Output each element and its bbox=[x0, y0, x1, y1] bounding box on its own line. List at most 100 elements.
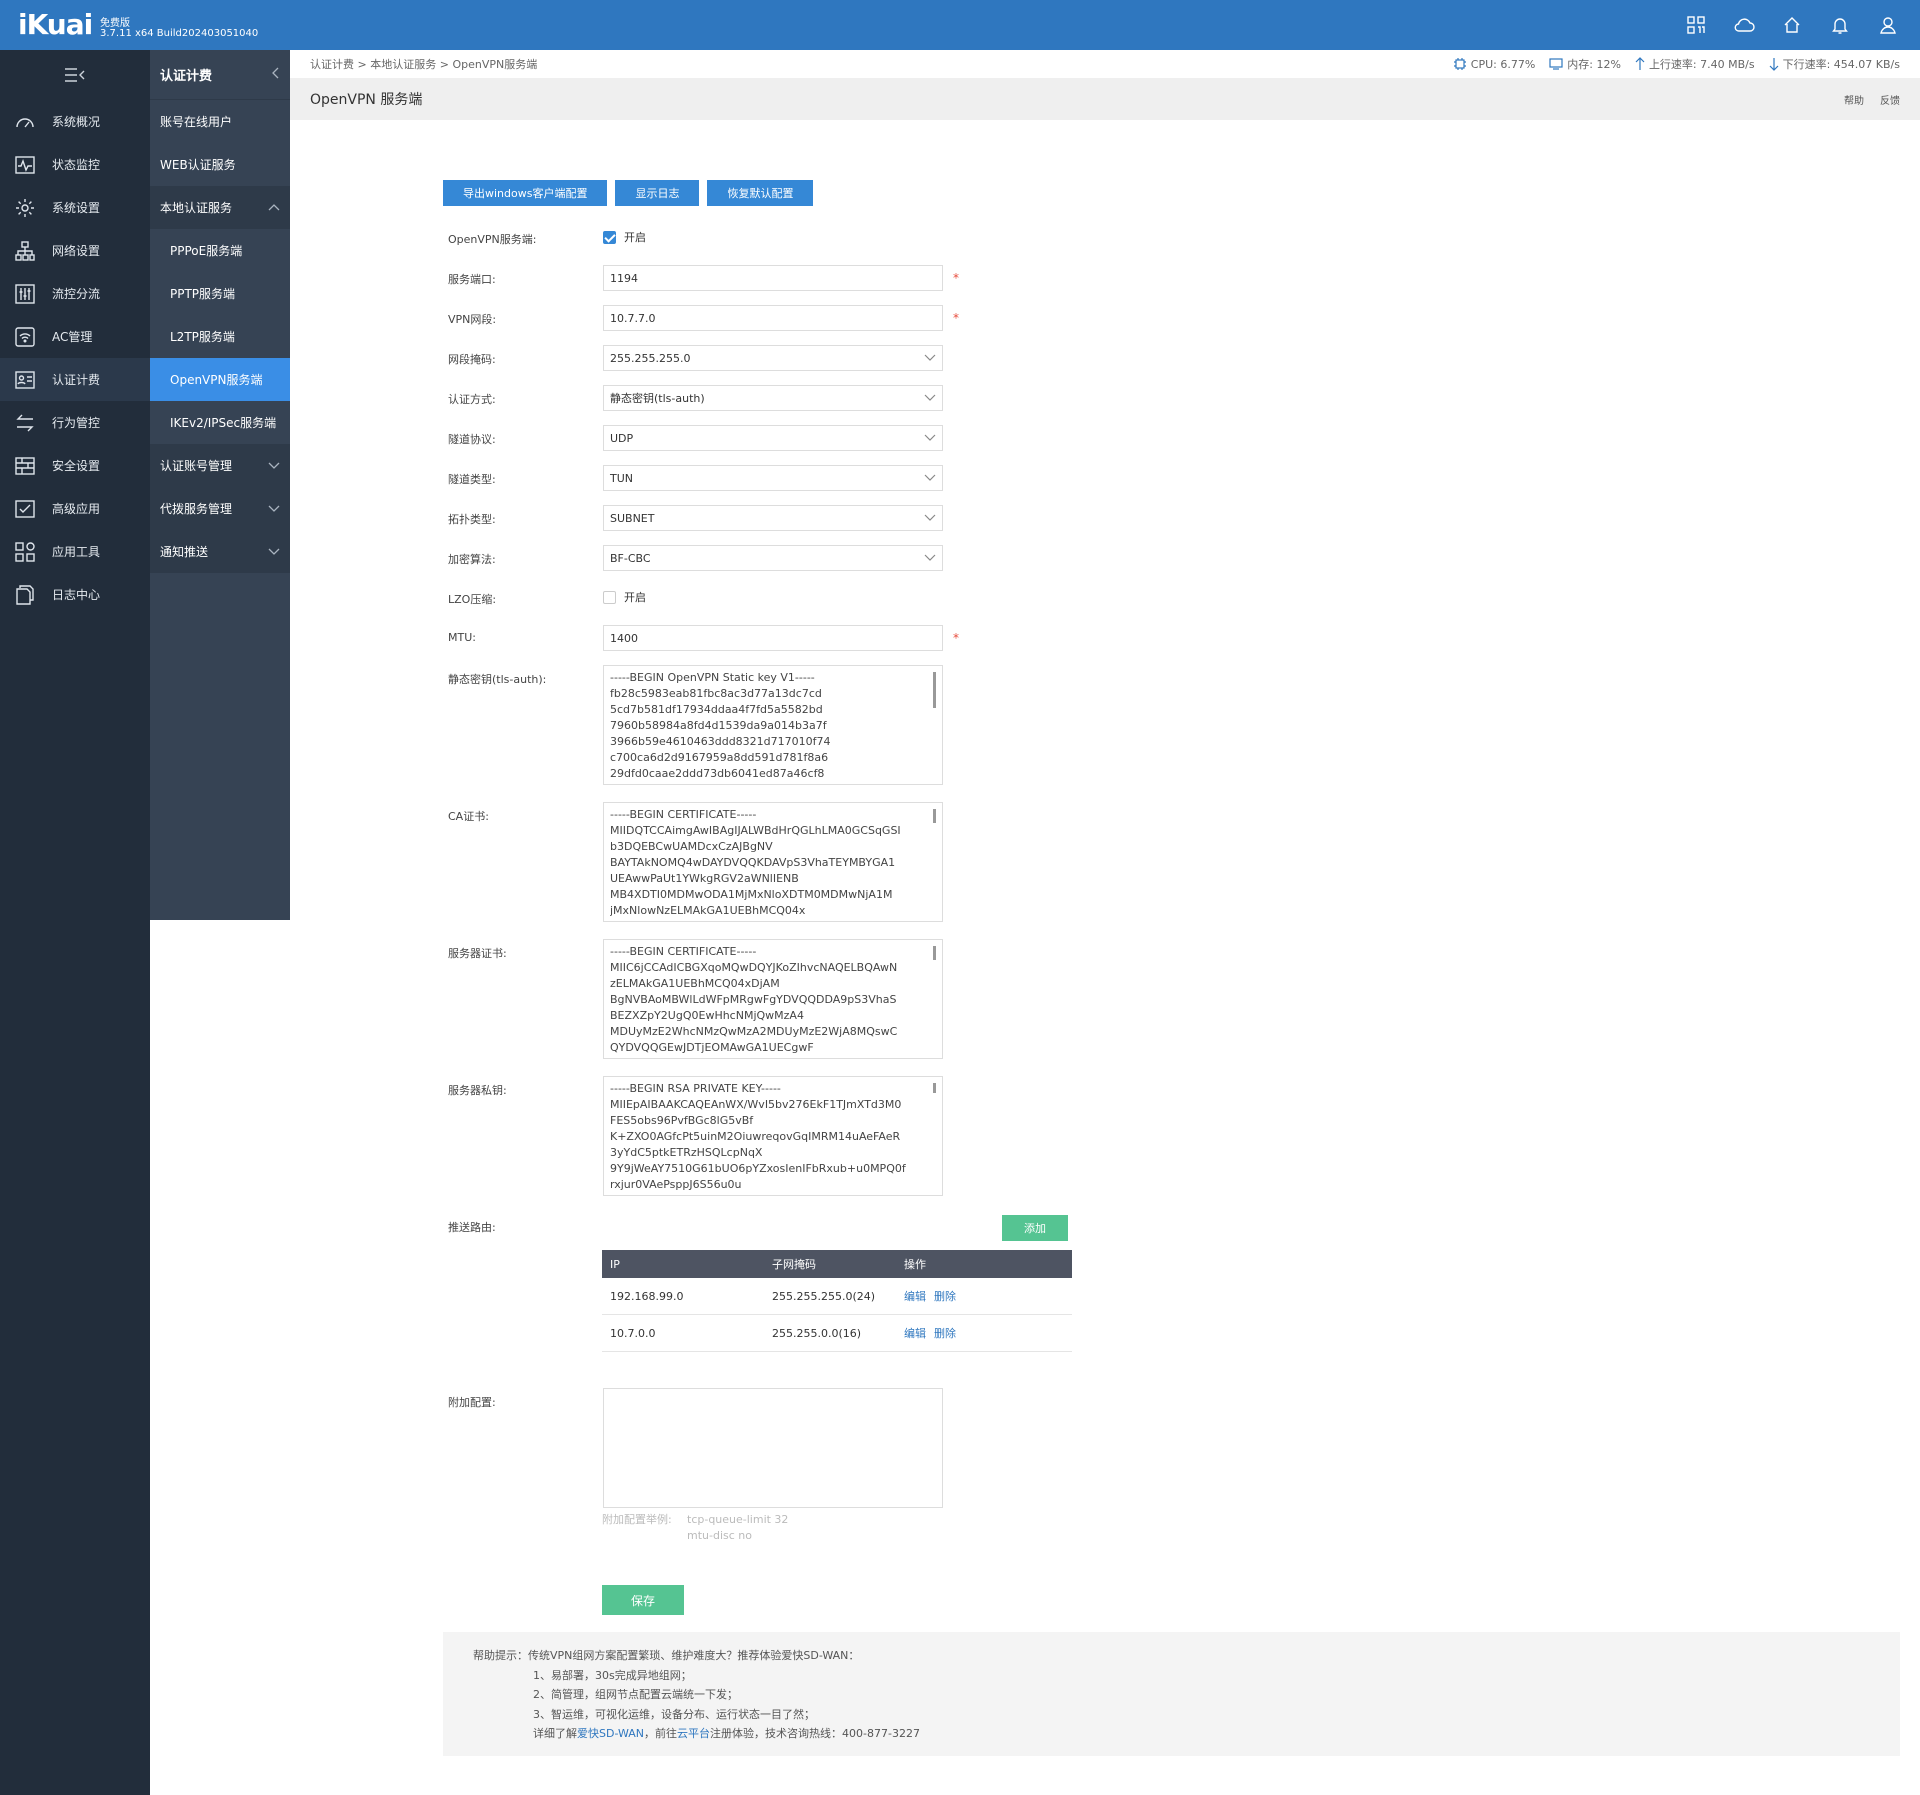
ca-cert-row: CA证书: -----BEGIN CERTIFICATE----- MIIDQTC… bbox=[448, 802, 1648, 922]
sidebar-item-label: 应用工具 bbox=[52, 545, 101, 559]
sidebar-item-advanced[interactable]: 高级应用 bbox=[0, 487, 150, 530]
top-bar: iKuai 免费版 3.7.11 x64 Build202403051040 bbox=[0, 0, 1920, 50]
enable-row: OpenVPN服务端: 开启 bbox=[448, 225, 1648, 247]
submenu-item-pptp[interactable]: PPTP服务端 bbox=[150, 272, 290, 315]
mtu-input[interactable]: 1400 bbox=[603, 625, 943, 651]
apps-grid-icon[interactable] bbox=[1684, 14, 1708, 36]
submenu-item-online-users[interactable]: 账号在线用户 bbox=[150, 100, 290, 143]
chevron-down-icon bbox=[924, 394, 936, 401]
restore-default-button[interactable]: 恢复默认配置 bbox=[707, 180, 814, 206]
save-button[interactable]: 保存 bbox=[602, 1585, 684, 1615]
delete-link[interactable]: 删除 bbox=[934, 1325, 956, 1341]
sidebar-item-flow[interactable]: 流控分流 bbox=[0, 272, 150, 315]
sidebar-item-logs[interactable]: 日志中心 bbox=[0, 573, 150, 616]
field-label: VPN网段: bbox=[448, 313, 497, 326]
submenu-item-ikev2[interactable]: IKEv2/IPSec服务端 bbox=[150, 401, 290, 444]
field-label: LZO压缩: bbox=[448, 593, 497, 606]
sidebar-item-monitor[interactable]: 状态监控 bbox=[0, 143, 150, 186]
static-key-textarea[interactable]: -----BEGIN OpenVPN Static key V1----- fb2… bbox=[603, 665, 943, 785]
chevron-up-icon bbox=[268, 201, 280, 215]
vpn-net-input[interactable]: 10.7.7.0 bbox=[603, 305, 943, 331]
edit-link[interactable]: 编辑 bbox=[904, 1288, 926, 1304]
field-label: 推送路由: bbox=[448, 1221, 496, 1234]
mask-select[interactable]: 255.255.255.0 bbox=[603, 345, 943, 371]
submenu-item-notify[interactable]: 通知推送 bbox=[150, 530, 290, 573]
cloud-icon[interactable] bbox=[1732, 14, 1756, 36]
chevron-down-icon bbox=[268, 502, 280, 516]
protocol-select[interactable]: UDP bbox=[603, 425, 943, 451]
table-header: IP 子网掩码 操作 bbox=[602, 1250, 1072, 1278]
cpu-stat: CPU: 6.77% bbox=[1453, 57, 1535, 71]
version-label: 3.7.11 x64 Build202403051040 bbox=[100, 28, 259, 39]
sidebar-item-label: 行为管控 bbox=[52, 416, 101, 430]
lzo-checkbox[interactable] bbox=[603, 590, 616, 604]
delete-link[interactable]: 删除 bbox=[934, 1288, 956, 1304]
ca-cert-textarea[interactable]: -----BEGIN CERTIFICATE----- MIIDQTCCAimgA… bbox=[603, 802, 943, 922]
sidebar-item-network[interactable]: 网络设置 bbox=[0, 229, 150, 272]
server-key-row: 服务器私钥: -----BEGIN RSA PRIVATE KEY----- MI… bbox=[448, 1076, 1648, 1196]
chevron-down-icon bbox=[924, 354, 936, 361]
page-title: OpenVPN 服务端 bbox=[310, 92, 423, 108]
sidebar-item-ac[interactable]: AC管理 bbox=[0, 315, 150, 358]
cipher-select[interactable]: BF-CBC bbox=[603, 545, 943, 571]
wifi-icon bbox=[14, 326, 36, 348]
sub-menu: 认证计费 账号在线用户 WEB认证服务 本地认证服务 PPPoE服务端 PPTP… bbox=[150, 50, 290, 920]
port-input[interactable]: 1194 bbox=[603, 265, 943, 291]
submenu-item-local-auth[interactable]: 本地认证服务 bbox=[150, 186, 290, 229]
required-mark: * bbox=[953, 271, 959, 285]
sidebar-item-tools[interactable]: 应用工具 bbox=[0, 530, 150, 573]
cipher-row: 加密算法: BF-CBC bbox=[448, 545, 1648, 571]
submenu-item-accounts[interactable]: 认证账号管理 bbox=[150, 444, 290, 487]
home-icon[interactable] bbox=[1780, 14, 1804, 36]
chevron-down-icon bbox=[924, 554, 936, 561]
bell-icon[interactable] bbox=[1828, 14, 1852, 36]
auth-select[interactable]: 静态密钥(tls-auth) bbox=[603, 385, 943, 411]
export-client-config-button[interactable]: 导出windows客户端配置 bbox=[443, 180, 608, 206]
sdwan-link[interactable]: 爱快SD-WAN bbox=[577, 1727, 644, 1740]
sidebar-item-label: 安全设置 bbox=[52, 459, 101, 473]
chevron-down-icon bbox=[924, 514, 936, 521]
sidebar-item-auth[interactable]: 认证计费 bbox=[0, 358, 150, 401]
sidebar-item-system[interactable]: 系统设置 bbox=[0, 186, 150, 229]
dashboard-icon bbox=[14, 111, 36, 133]
tunnel-type-select[interactable]: TUN bbox=[603, 465, 943, 491]
feedback-link[interactable]: 反馈 bbox=[1880, 92, 1900, 107]
chevron-down-icon bbox=[924, 434, 936, 441]
scrollbar[interactable] bbox=[933, 809, 936, 823]
breadcrumb-item: OpenVPN服务端 bbox=[452, 58, 538, 71]
extra-config-textarea[interactable] bbox=[603, 1388, 943, 1508]
field-label: 服务器证书: bbox=[448, 947, 507, 960]
server-key-textarea[interactable]: -----BEGIN RSA PRIVATE KEY----- MIIEpAIBA… bbox=[603, 1076, 943, 1196]
show-log-button[interactable]: 显示日志 bbox=[615, 180, 700, 206]
scrollbar[interactable] bbox=[933, 1083, 936, 1093]
sidebar-item-security[interactable]: 安全设置 bbox=[0, 444, 150, 487]
menu-toggle-icon[interactable] bbox=[0, 50, 150, 100]
ikuai-logo[interactable]: iKuai bbox=[18, 8, 93, 41]
cloud-platform-link[interactable]: 云平台 bbox=[677, 1727, 710, 1740]
port-row: 服务端口: 1194 * bbox=[448, 265, 1648, 291]
submenu-item-pppoe[interactable]: PPPoE服务端 bbox=[150, 229, 290, 272]
submenu-item-dialer[interactable]: 代拨服务管理 bbox=[150, 487, 290, 530]
sub-menu-header[interactable]: 认证计费 bbox=[150, 50, 290, 100]
submenu-item-l2tp[interactable]: L2TP服务端 bbox=[150, 315, 290, 358]
sidebar-item-behavior[interactable]: 行为管控 bbox=[0, 401, 150, 444]
breadcrumb-item[interactable]: 认证计费 bbox=[310, 58, 354, 71]
chevron-left-icon[interactable] bbox=[272, 67, 280, 83]
topology-select[interactable]: SUBNET bbox=[603, 505, 943, 531]
enable-checkbox[interactable] bbox=[603, 230, 616, 244]
sidebar-item-label: 状态监控 bbox=[52, 158, 101, 172]
server-cert-textarea[interactable]: -----BEGIN CERTIFICATE----- MIIC6jCCAdICB… bbox=[603, 939, 943, 1059]
help-link[interactable]: 帮助 bbox=[1844, 92, 1864, 107]
sidebar-item-label: 流控分流 bbox=[52, 287, 101, 301]
add-route-button[interactable]: 添加 bbox=[1002, 1215, 1068, 1241]
user-icon[interactable] bbox=[1876, 14, 1900, 36]
scrollbar[interactable] bbox=[933, 672, 936, 708]
proto-row: 隧道协议: UDP bbox=[448, 425, 1648, 451]
sidebar-item-overview[interactable]: 系统概况 bbox=[0, 100, 150, 143]
submenu-item-web-auth[interactable]: WEB认证服务 bbox=[150, 143, 290, 186]
breadcrumb-item[interactable]: 本地认证服务 bbox=[370, 58, 436, 71]
scrollbar[interactable] bbox=[933, 946, 936, 960]
field-label: 认证方式: bbox=[448, 393, 496, 406]
edit-link[interactable]: 编辑 bbox=[904, 1325, 926, 1341]
submenu-item-openvpn[interactable]: OpenVPN服务端 bbox=[150, 358, 290, 401]
